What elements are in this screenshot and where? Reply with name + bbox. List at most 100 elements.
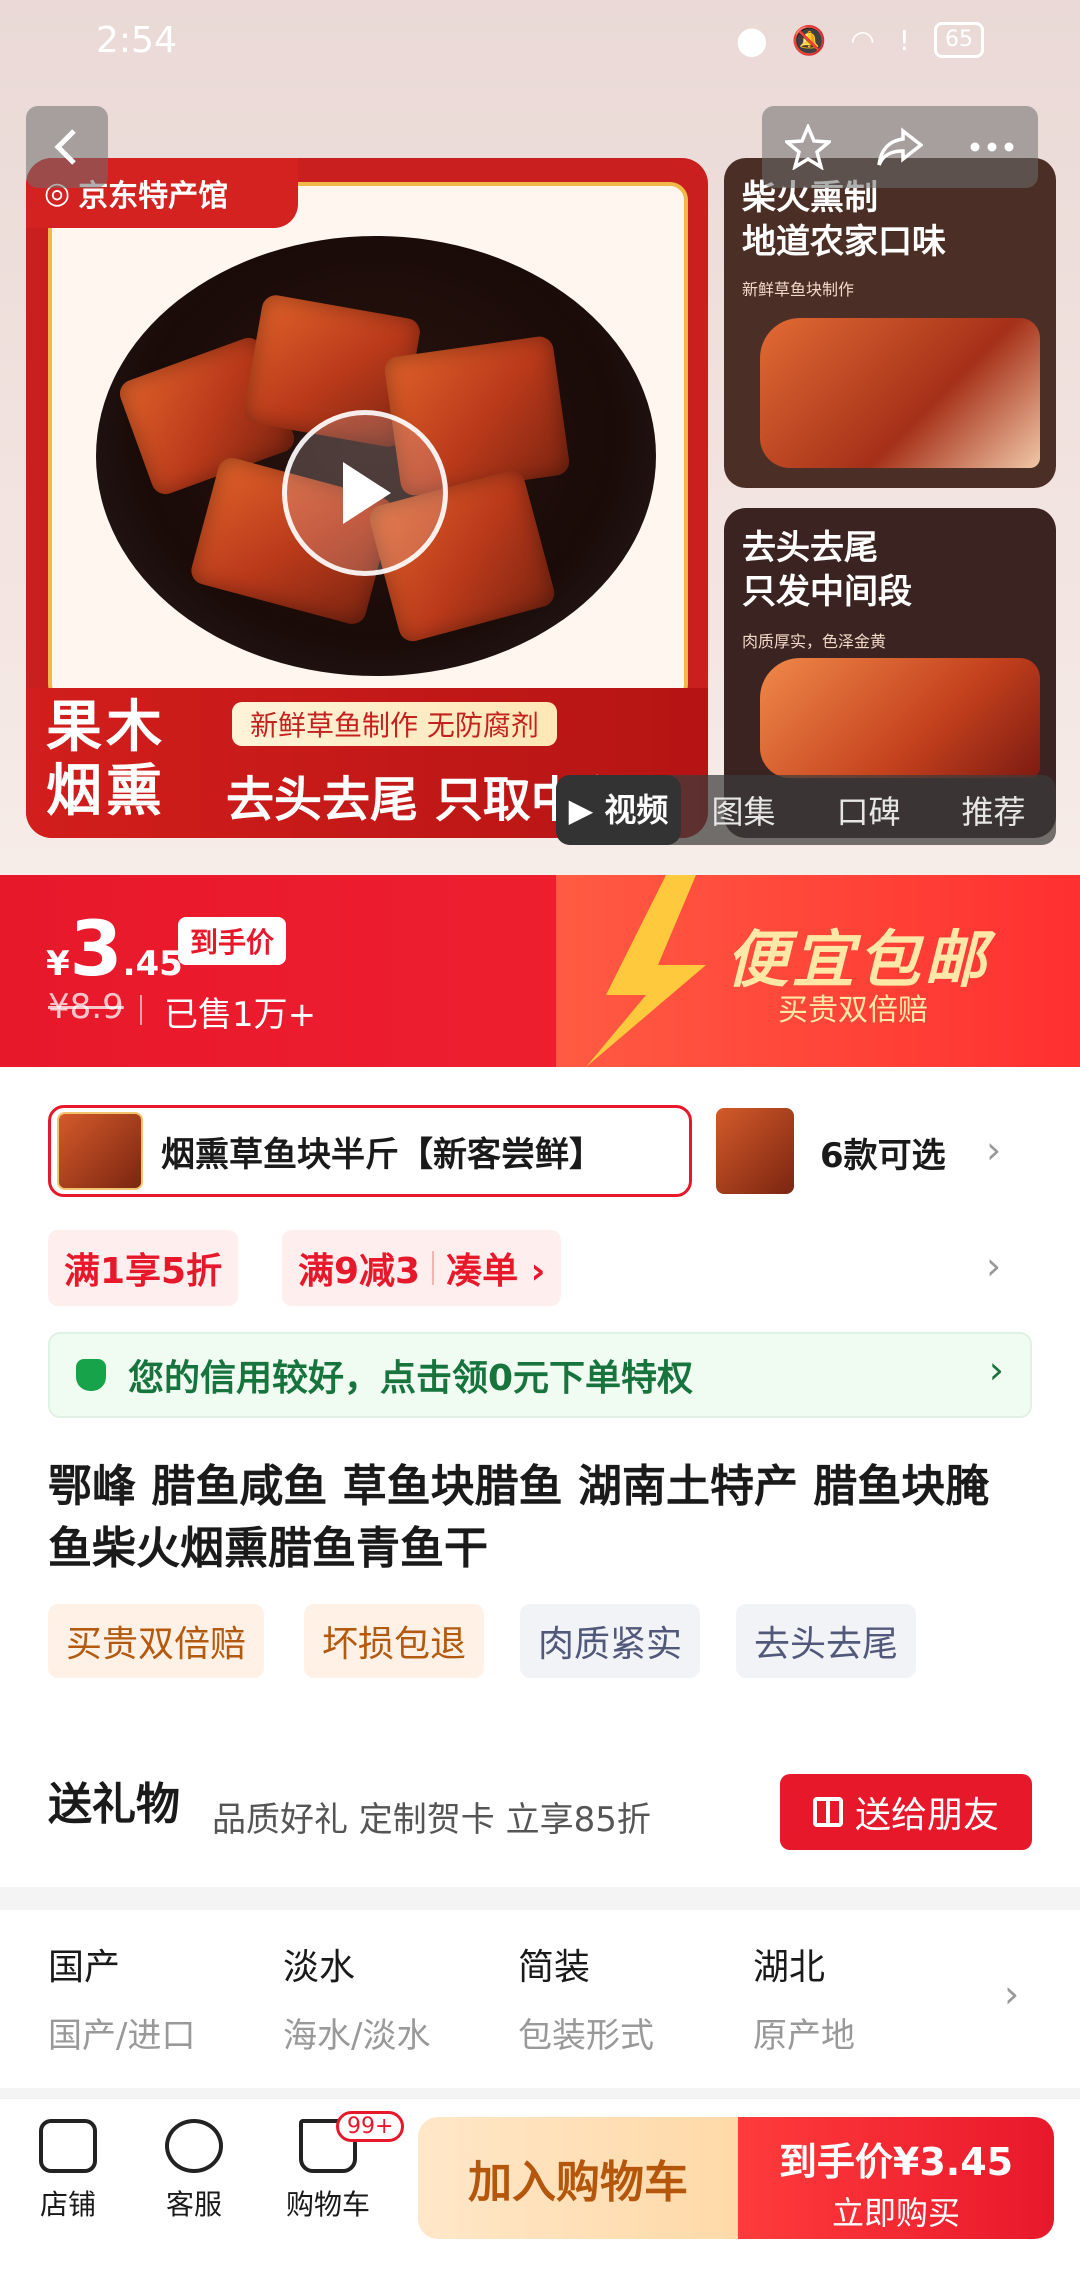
alert-icon: ! bbox=[898, 23, 910, 57]
price-integer: 3 bbox=[69, 904, 123, 993]
chevron-right-icon[interactable]: › bbox=[986, 1128, 1001, 1172]
sold-count: 已售1万+ bbox=[164, 995, 317, 1035]
divider bbox=[140, 995, 142, 1025]
side2-title: 去头去尾 只发中间段 bbox=[742, 528, 912, 612]
chevron-right-icon: › bbox=[988, 1348, 1004, 1392]
chevron-right-icon[interactable]: › bbox=[1004, 1972, 1019, 2016]
cart-label: 购物车 bbox=[285, 2188, 370, 2221]
favorite-button[interactable] bbox=[762, 106, 854, 188]
gift-title: 送礼物 bbox=[48, 1779, 180, 1830]
shop-icon bbox=[39, 2119, 97, 2173]
attribute-origin: 国产 国产/进口 bbox=[48, 1938, 283, 2057]
main-sub-label: 新鲜草鱼制作 无防腐剂 bbox=[232, 702, 557, 746]
current-price: ¥ 3 .45 bbox=[46, 911, 183, 987]
sku-selector[interactable]: 烟熏草鱼块半斤【新客尝鲜】 bbox=[48, 1105, 692, 1197]
buy-price-label: 到手价¥3.45 bbox=[778, 2140, 1014, 2184]
attribute-value: 简装 bbox=[518, 1947, 591, 1988]
attribute-packaging: 简装 包装形式 bbox=[518, 1938, 753, 2057]
add-to-cart-button[interactable]: 加入购物车 bbox=[418, 2117, 738, 2239]
send-to-friend-button[interactable]: 送给朋友 bbox=[780, 1774, 1032, 1850]
buy-now-button[interactable]: 到手价¥3.45 立即购买 bbox=[738, 2117, 1054, 2239]
sku-thumbnail bbox=[57, 1112, 143, 1190]
cart-count-badge: 99+ bbox=[336, 2111, 405, 2142]
status-time: 2:54 bbox=[96, 19, 177, 61]
chevron-right-icon[interactable]: › bbox=[986, 1244, 1001, 1288]
price-decimal: .45 bbox=[122, 944, 183, 984]
original-price: ¥8.9 bbox=[48, 987, 124, 1027]
mute-icon: 🔕 bbox=[791, 23, 827, 57]
price-banner: ¥ 3 .45 到手价 ¥8.9 已售1万+ 便宜包邮 买贵双倍赔 bbox=[0, 875, 1080, 1067]
send-to-friend-label: 送给朋友 bbox=[854, 1795, 999, 1836]
price-currency: ¥ bbox=[46, 944, 70, 984]
attribute-value: 湖北 bbox=[753, 1947, 826, 1988]
shield-icon bbox=[76, 1359, 106, 1391]
tag-firm-meat[interactable]: 肉质紧实 bbox=[520, 1604, 701, 1678]
play-video-button[interactable] bbox=[282, 410, 448, 576]
lightning-icon bbox=[586, 875, 706, 1067]
tab-video[interactable]: ▶ 视频 bbox=[556, 775, 681, 845]
attribute-value: 国产 bbox=[48, 1947, 121, 1988]
tab-recommend[interactable]: 推荐 bbox=[931, 787, 1056, 833]
side1-sub: 新鲜草鱼块制作 bbox=[742, 280, 855, 299]
star-icon bbox=[785, 124, 831, 170]
smoke-badge: 果木 烟熏 bbox=[46, 695, 166, 824]
side1-title: 柴火熏制 地道农家口味 bbox=[742, 178, 946, 262]
location-icon: ⬤ bbox=[736, 23, 768, 57]
tab-gallery[interactable]: 图集 bbox=[681, 787, 806, 833]
side2-sub: 肉质厚实，色泽金黄 bbox=[742, 632, 887, 651]
credit-text: 您的信用较好，点击领0元下单特权 bbox=[128, 1358, 694, 1399]
coupon-discount[interactable]: 满1享5折 bbox=[48, 1230, 239, 1306]
status-icons: ⬤ 🔕 ◠ ! 65 bbox=[736, 22, 984, 58]
status-bar: 2:54 ⬤ 🔕 ◠ ! 65 bbox=[0, 0, 1080, 80]
share-icon bbox=[877, 127, 923, 166]
sku-thumbnail-alt[interactable] bbox=[716, 1108, 794, 1194]
coupon-full-reduction[interactable]: 满9减3 凑单 › bbox=[282, 1230, 562, 1306]
promo-panel: 便宜包邮 买贵双倍赔 bbox=[556, 875, 1080, 1067]
attribute-key: 原产地 bbox=[753, 2016, 855, 2056]
tab-reviews[interactable]: 口碑 bbox=[806, 787, 931, 833]
attribute-key: 国产/进口 bbox=[48, 2016, 196, 2056]
gallery-tabs: ▶ 视频 图集 口碑 推荐 bbox=[556, 775, 1056, 845]
wifi-icon: ◠ bbox=[850, 23, 875, 57]
back-button[interactable] bbox=[26, 106, 108, 188]
customer-service-button[interactable]: 客服 bbox=[144, 2119, 244, 2223]
play-icon bbox=[343, 462, 391, 524]
cart-button[interactable]: 99+ 购物车 bbox=[278, 2111, 405, 2223]
promo-sub: 买贵双倍赔 bbox=[778, 993, 928, 1028]
tag-price-guarantee[interactable]: 买贵双倍赔 bbox=[48, 1604, 265, 1678]
back-arrow-icon bbox=[54, 129, 76, 165]
sku-count[interactable]: 6款可选 bbox=[820, 1128, 946, 1177]
coupon-reduction-label: 满9减3 bbox=[298, 1251, 421, 1292]
more-button[interactable] bbox=[946, 106, 1038, 188]
buy-now-label: 立即购买 bbox=[831, 2194, 960, 2232]
side-image-1[interactable]: 柴火熏制 地道农家口味 新鲜草鱼块制作 bbox=[724, 158, 1056, 488]
coupon-combine-link[interactable]: 凑单 › bbox=[446, 1242, 545, 1294]
main-product-image[interactable]: ◎ 京东特产馆 果木 烟熏 新鲜草鱼制作 无防腐剂 去头去尾 只取中段 bbox=[26, 158, 708, 838]
side2-fish-photo bbox=[760, 658, 1040, 778]
tag-no-head-tail[interactable]: 去头去尾 bbox=[736, 1604, 917, 1678]
attribute-water: 淡水 海水/淡水 bbox=[283, 1938, 518, 2057]
battery-icon: 65 bbox=[934, 22, 984, 58]
final-price-tag: 到手价 bbox=[178, 917, 287, 965]
credit-banner[interactable]: 您的信用较好，点击领0元下单特权 › bbox=[48, 1332, 1032, 1418]
share-button[interactable] bbox=[854, 106, 946, 188]
top-action-group bbox=[762, 106, 1038, 188]
attribute-place: 湖北 原产地 bbox=[753, 1938, 988, 2057]
bottom-action-bar: 店铺 客服 99+ 购物车 加入购物车 到手价¥3.45 立即购买 bbox=[0, 2098, 1080, 2280]
divider bbox=[432, 1251, 435, 1285]
shop-button[interactable]: 店铺 bbox=[18, 2119, 118, 2223]
gift-subtitle: 品质好礼 定制贺卡 立享85折 bbox=[212, 1800, 651, 1840]
gift-icon bbox=[812, 1797, 843, 1827]
more-dots-icon bbox=[970, 142, 1014, 152]
sku-selected-label: 烟熏草鱼块半斤【新客尝鲜】 bbox=[161, 1134, 603, 1175]
product-title: 鄂峰 腊鱼咸鱼 草鱼块腊鱼 湖南土特产 腊鱼块腌鱼柴火烟熏腊鱼青鱼干 bbox=[48, 1461, 990, 1574]
attribute-key: 包装形式 bbox=[518, 2016, 654, 2056]
service-icon bbox=[165, 2119, 223, 2173]
tag-damage-refund[interactable]: 坏损包退 bbox=[304, 1604, 485, 1678]
attribute-key: 海水/淡水 bbox=[283, 2016, 431, 2056]
service-label: 客服 bbox=[165, 2188, 222, 2221]
attribute-list[interactable]: 国产 国产/进口 淡水 海水/淡水 简装 包装形式 湖北 原产地 bbox=[48, 1938, 988, 2057]
shop-label: 店铺 bbox=[39, 2188, 96, 2221]
attribute-value: 淡水 bbox=[283, 1947, 356, 1988]
side1-fish-photo bbox=[760, 318, 1040, 468]
